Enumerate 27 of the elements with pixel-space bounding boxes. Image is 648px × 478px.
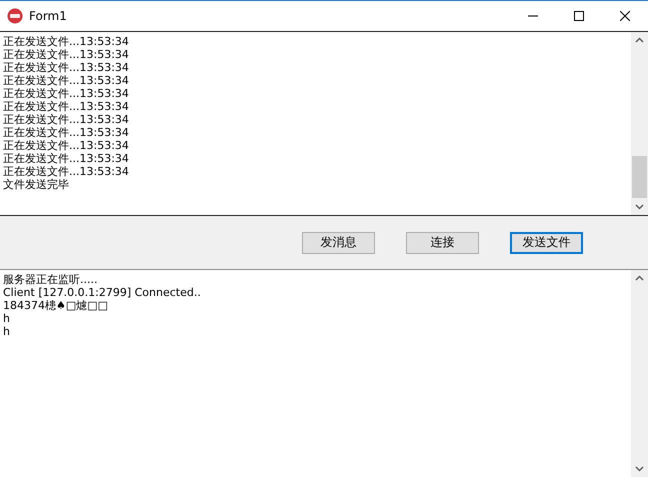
scroll-thumb[interactable] bbox=[632, 156, 647, 198]
log-line: Client [127.0.0.1:2799] Connected.. bbox=[3, 286, 202, 299]
log-line: 正在发送文件...13:53:34 bbox=[3, 152, 130, 165]
action-button[interactable]: 连接 bbox=[406, 232, 479, 254]
action-button[interactable]: 发送文件 bbox=[510, 232, 583, 254]
close-icon bbox=[620, 11, 630, 21]
scrollbar[interactable] bbox=[631, 32, 648, 215]
log-line: 服务器正在监听..... bbox=[3, 273, 98, 286]
log-line: 正在发送文件...13:53:34 bbox=[3, 139, 130, 152]
log-line: 文件发送完毕 bbox=[3, 178, 70, 191]
log-line: 正在发送文件...13:53:34 bbox=[3, 74, 130, 87]
log-line: 正在发送文件...13:53:34 bbox=[3, 61, 130, 74]
log-line: 184374槵♠□爈□□ bbox=[3, 299, 110, 312]
log-line: 正在发送文件...13:53:34 bbox=[3, 165, 130, 178]
log-line: 正在发送文件...13:53:34 bbox=[3, 48, 130, 61]
log-line: 正在发送文件...13:53:34 bbox=[3, 87, 130, 100]
log-line: 正在发送文件...13:53:34 bbox=[3, 100, 130, 113]
log-line: 正在发送文件...13:53:34 bbox=[3, 113, 130, 126]
scrollbar[interactable] bbox=[631, 270, 648, 477]
window-title: Form1 bbox=[29, 9, 68, 23]
log-line: 正在发送文件...13:53:34 bbox=[3, 126, 130, 139]
app-icon bbox=[7, 8, 23, 24]
action-button[interactable]: 发消息 bbox=[302, 232, 375, 254]
maximize-icon bbox=[574, 11, 584, 21]
log-line: h bbox=[3, 325, 11, 338]
log-line: 正在发送文件...13:53:34 bbox=[3, 35, 130, 48]
log-line: h bbox=[3, 312, 11, 325]
